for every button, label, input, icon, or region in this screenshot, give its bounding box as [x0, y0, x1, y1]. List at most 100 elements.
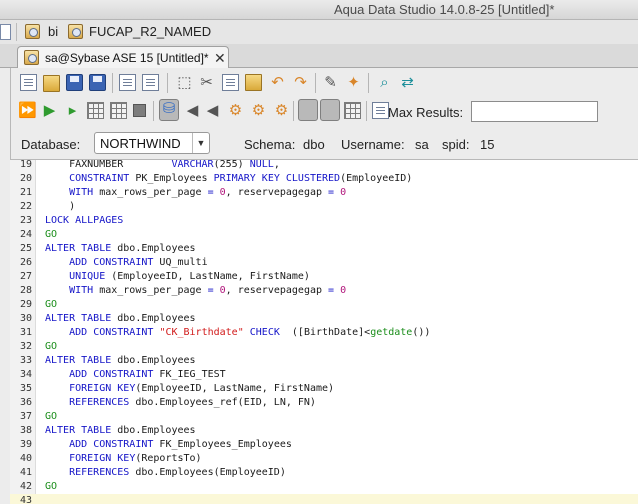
breadcrumb-item-fucap[interactable]: FUCAP_R2_NAMED: [89, 24, 211, 39]
code-text: ADD CONSTRAINT FK_IEG_TEST: [69, 369, 226, 380]
spid-label: spid:: [442, 137, 470, 152]
wand-icon[interactable]: ✦: [345, 74, 362, 91]
object-breadcrumb: bi FUCAP_R2_NAMED: [0, 20, 638, 44]
open-folder-icon[interactable]: [43, 75, 60, 92]
schedule-icon[interactable]: ⚙: [273, 102, 290, 119]
code-text: ALTER TABLE dbo.Employees: [45, 355, 196, 366]
max-results-input[interactable]: [471, 101, 598, 122]
code-line[interactable]: 37 GO: [10, 410, 638, 424]
code-line[interactable]: 24 GO: [10, 228, 638, 242]
auto-commit-icon[interactable]: ⛁: [159, 99, 179, 121]
code-line[interactable]: 29 GO: [10, 298, 638, 312]
line-number: 33: [19, 355, 32, 366]
line-number: 22: [19, 201, 32, 212]
database-icon: [68, 24, 83, 39]
line-number: 39: [19, 439, 32, 450]
code-text: REFERENCES dbo.Employees_ref(EID, LN, FN…: [69, 397, 316, 408]
toolbar-separator: [167, 73, 168, 93]
line-number: 34: [19, 369, 32, 380]
code-text: ALTER TABLE dbo.Employees: [45, 425, 196, 436]
code-line[interactable]: 40 FOREIGN KEY(ReportsTo): [10, 452, 638, 466]
line-number: 28: [19, 285, 32, 296]
explain-icon[interactable]: [87, 102, 104, 119]
code-line[interactable]: 19 FAXNUMBER VARCHAR(255) NULL,: [10, 160, 638, 172]
redo-icon[interactable]: ↷: [292, 74, 309, 91]
chevron-down-icon: ▼: [192, 133, 209, 153]
sql-editor[interactable]: 19 FAXNUMBER VARCHAR(255) NULL, 20 CONSTR…: [10, 160, 638, 504]
toolbar-separator: [315, 73, 316, 93]
code-line[interactable]: 22 ): [10, 200, 638, 214]
line-number: 23: [19, 215, 32, 226]
execute-icon[interactable]: ▶: [41, 102, 58, 119]
execute-all-icon[interactable]: ⏩: [18, 102, 37, 119]
code-line[interactable]: 43: [10, 494, 638, 504]
split-view-icon[interactable]: [320, 99, 340, 121]
commit-icon[interactable]: ◀: [184, 102, 201, 119]
new-file-icon[interactable]: [20, 74, 37, 91]
results-panel-icon[interactable]: [344, 102, 361, 119]
pause-icon[interactable]: ⚙: [250, 102, 267, 119]
code-text: ADD CONSTRAINT UQ_multi: [69, 257, 208, 268]
max-results-icon[interactable]: [372, 102, 389, 119]
code-text: GO: [45, 411, 58, 422]
code-line[interactable]: 38 ALTER TABLE dbo.Employees: [10, 424, 638, 438]
code-line[interactable]: 20 CONSTRAINT PK_Employees PRIMARY KEY C…: [10, 172, 638, 186]
code-text: FOREIGN KEY(ReportsTo): [69, 453, 202, 464]
code-line[interactable]: 28 WITH max_rows_per_page = 0, reservepa…: [10, 284, 638, 298]
code-text: FAXNUMBER VARCHAR(255) NULL,: [45, 160, 280, 170]
results-grid-icon[interactable]: [110, 102, 127, 119]
code-line[interactable]: 36 REFERENCES dbo.Employees_ref(EID, LN,…: [10, 396, 638, 410]
editor-tab-row: sa@Sybase ASE 15 [Untitled]* ✕: [0, 44, 638, 69]
code-text: REFERENCES dbo.Employees(EmployeeID): [69, 467, 286, 478]
code-line[interactable]: 30 ALTER TABLE dbo.Employees: [10, 312, 638, 326]
results-text-icon[interactable]: [298, 99, 318, 121]
history-icon[interactable]: ⚙: [227, 102, 244, 119]
code-text: GO: [45, 299, 58, 310]
execute-selected-icon[interactable]: ▸: [64, 102, 81, 119]
close-icon[interactable]: ✕: [214, 50, 226, 67]
print-icon[interactable]: [119, 74, 136, 91]
line-number: 42: [19, 481, 32, 492]
line-number: 19: [19, 160, 32, 170]
code-text: GO: [45, 341, 58, 352]
code-line[interactable]: 26 ADD CONSTRAINT UQ_multi: [10, 256, 638, 270]
tab-query-editor[interactable]: sa@Sybase ASE 15 [Untitled]* ✕: [17, 46, 229, 69]
code-line[interactable]: 27 UNIQUE (EmployeeID, LastName, FirstNa…: [10, 270, 638, 284]
stop-icon[interactable]: [133, 104, 146, 117]
toolbar-separator: [293, 101, 294, 121]
code-line[interactable]: 23 LOCK ALLPAGES: [10, 214, 638, 228]
cut-icon[interactable]: ✂: [198, 74, 215, 91]
code-line[interactable]: 39 ADD CONSTRAINT FK_Employees_Employees: [10, 438, 638, 452]
code-line[interactable]: 41 REFERENCES dbo.Employees(EmployeeID): [10, 466, 638, 480]
format-icon[interactable]: ✎: [322, 74, 339, 91]
select-icon[interactable]: ⬚: [176, 74, 193, 91]
code-line[interactable]: 42 GO: [10, 480, 638, 494]
code-line[interactable]: 31 ADD CONSTRAINT "CK_Birthdate" CHECK (…: [10, 326, 638, 340]
rollback-icon[interactable]: ◀: [204, 102, 221, 119]
breadcrumb-item-bi[interactable]: bi: [48, 24, 58, 39]
copy-icon[interactable]: [222, 74, 239, 91]
code-line[interactable]: 21 WITH max_rows_per_page = 0, reservepa…: [10, 186, 638, 200]
code-line[interactable]: 25 ALTER TABLE dbo.Employees: [10, 242, 638, 256]
database-icon: [24, 50, 39, 65]
code-text: ADD CONSTRAINT "CK_Birthdate" CHECK ([Bi…: [69, 327, 431, 338]
code-text: ADD CONSTRAINT FK_Employees_Employees: [69, 439, 292, 450]
code-line[interactable]: 33 ALTER TABLE dbo.Employees: [10, 354, 638, 368]
find-icon[interactable]: ⌕: [376, 74, 393, 91]
undo-icon[interactable]: ↶: [269, 74, 286, 91]
database-select[interactable]: NORTHWIND ▼: [94, 132, 210, 154]
save-all-icon[interactable]: [89, 74, 106, 91]
username-label: Username:: [341, 137, 405, 152]
code-text: CONSTRAINT PK_Employees PRIMARY KEY CLUS…: [69, 173, 413, 184]
code-line[interactable]: 34 ADD CONSTRAINT FK_IEG_TEST: [10, 368, 638, 382]
code-line[interactable]: 32 GO: [10, 340, 638, 354]
code-text: FOREIGN KEY(EmployeeID, LastName, FirstN…: [69, 383, 335, 394]
line-number: 37: [19, 411, 32, 422]
replace-icon[interactable]: ⇄: [399, 74, 416, 91]
save-icon[interactable]: [66, 74, 83, 91]
code-text: LOCK ALLPAGES: [45, 215, 124, 226]
code-line[interactable]: 35 FOREIGN KEY(EmployeeID, LastName, Fir…: [10, 382, 638, 396]
paste-icon[interactable]: [245, 74, 262, 91]
page-icon[interactable]: [142, 74, 159, 91]
panel-toggle-icon[interactable]: [0, 24, 11, 40]
